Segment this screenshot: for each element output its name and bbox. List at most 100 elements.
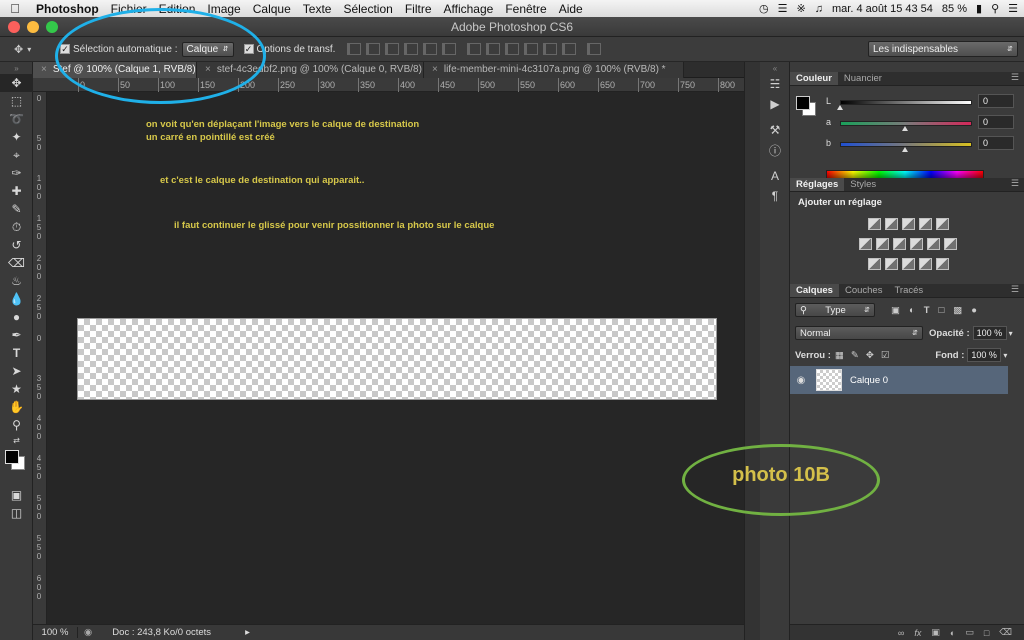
gradient-map-icon[interactable]: [918, 258, 932, 270]
threshold-icon[interactable]: [901, 258, 915, 270]
collapse-icon[interactable]: «: [760, 62, 790, 74]
time-machine-icon[interactable]: ◷: [759, 2, 769, 15]
paragraph-panel-icon[interactable]: ¶: [760, 186, 790, 206]
slider-l[interactable]: L 0: [826, 94, 1022, 110]
black-white-icon[interactable]: [893, 238, 906, 250]
battery-icon[interactable]: ▮: [976, 2, 982, 15]
eraser-tool-icon[interactable]: ⌫: [0, 254, 33, 272]
apple-icon[interactable]: : [0, 1, 30, 16]
foreground-color-swatch[interactable]: [5, 450, 19, 464]
blend-mode-select[interactable]: Normal ⇵: [795, 326, 923, 340]
menu-affichage[interactable]: Affichage: [438, 2, 500, 16]
align-left-icon[interactable]: [404, 43, 419, 55]
distribute-left-icon[interactable]: [524, 43, 539, 55]
align-vcenter-icon[interactable]: [366, 43, 381, 55]
character-panel-icon[interactable]: A: [760, 166, 790, 186]
distribute-top-icon[interactable]: [467, 43, 482, 55]
filter-smart-object-icon[interactable]: ▩: [953, 305, 962, 316]
lock-all-icon[interactable]: ☑: [881, 350, 890, 361]
history-brush-tool-icon[interactable]: ↺: [0, 236, 33, 254]
vibrance-icon[interactable]: [935, 218, 949, 230]
new-layer-icon[interactable]: □: [984, 628, 989, 638]
layer-style-icon[interactable]: fx: [914, 628, 921, 638]
menu-photoshop[interactable]: Photoshop: [30, 2, 105, 16]
tab-nuancier[interactable]: Nuancier: [838, 72, 888, 85]
tab-document-3[interactable]: × life-member-mini-4c3107a.png @ 100% (RV…: [424, 62, 684, 78]
invert-icon[interactable]: [867, 258, 881, 270]
menu-texte[interactable]: Texte: [297, 2, 338, 16]
battery-status[interactable]: 85 %: [942, 3, 967, 15]
slider-a[interactable]: a 0: [826, 115, 1022, 131]
link-layers-icon[interactable]: ∞: [898, 628, 904, 638]
crop-tool-icon[interactable]: ⌖: [0, 146, 33, 164]
layer-name[interactable]: Calque 0: [850, 375, 888, 386]
slider-value-input[interactable]: 0: [978, 94, 1014, 108]
curves-icon[interactable]: [901, 218, 915, 230]
canvas-vertical-scrollbar[interactable]: [744, 62, 760, 640]
transparent-layer-area[interactable]: [77, 318, 717, 400]
quick-mask-icon[interactable]: ▣: [0, 486, 33, 504]
volume-icon[interactable]: ♫: [815, 3, 823, 15]
magic-wand-tool-icon[interactable]: ✦: [0, 128, 33, 146]
filter-toggle-icon[interactable]: ●: [971, 305, 977, 316]
eyedropper-tool-icon[interactable]: ✑: [0, 164, 33, 182]
slider-knob[interactable]: [902, 126, 908, 131]
lock-transparency-icon[interactable]: ▦: [835, 350, 844, 361]
distribute-right-icon[interactable]: [562, 43, 577, 55]
menu-filtre[interactable]: Filtre: [399, 2, 438, 16]
distribute-bottom-icon[interactable]: [505, 43, 520, 55]
hue-saturation-icon[interactable]: [859, 238, 872, 250]
lock-pixels-icon[interactable]: ✎: [851, 350, 859, 361]
move-tool-icon[interactable]: ✥: [0, 74, 33, 92]
zoom-level[interactable]: 100 %: [33, 627, 78, 638]
add-mask-icon[interactable]: ▣: [931, 627, 940, 638]
marquee-tool-icon[interactable]: ⬚: [0, 92, 33, 110]
align-right-icon[interactable]: [442, 43, 457, 55]
brightness-contrast-icon[interactable]: [867, 218, 881, 230]
history-panel-icon[interactable]: ☵: [760, 74, 790, 94]
slider-value-input[interactable]: 0: [978, 115, 1014, 129]
pen-tool-icon[interactable]: ✒: [0, 326, 33, 344]
slider-knob[interactable]: [902, 147, 908, 152]
dodge-tool-icon[interactable]: ●: [0, 308, 33, 326]
levels-icon[interactable]: [884, 218, 898, 230]
panel-menu-icon[interactable]: ☰: [1011, 178, 1024, 191]
tool-preset-picker[interactable]: ✥ ▾: [0, 43, 48, 56]
opacity-input[interactable]: 100 %: [972, 326, 1007, 340]
status-icon[interactable]: ◉: [84, 627, 92, 638]
tab-reglages[interactable]: Réglages: [790, 178, 845, 191]
align-top-icon[interactable]: [347, 43, 362, 55]
selective-color-icon[interactable]: [935, 258, 949, 270]
lock-position-icon[interactable]: ✥: [866, 350, 874, 361]
screen-mode-icon[interactable]: ◫: [0, 504, 33, 522]
close-icon[interactable]: ×: [432, 64, 438, 75]
exposure-icon[interactable]: [918, 218, 932, 230]
slider-knob[interactable]: [837, 105, 843, 110]
filter-shape-icon[interactable]: □: [939, 305, 945, 316]
new-group-icon[interactable]: ▭: [965, 627, 974, 638]
hand-tool-icon[interactable]: ✋: [0, 398, 33, 416]
actions-panel-icon[interactable]: ▶: [760, 94, 790, 114]
type-tool-icon[interactable]: T: [0, 344, 33, 362]
filter-adjustment-icon[interactable]: ◐: [909, 305, 915, 316]
slider-b[interactable]: b 0: [826, 136, 1022, 152]
distribute-vcenter-icon[interactable]: [486, 43, 501, 55]
opacity-dropdown-icon[interactable]: ▾: [1009, 329, 1013, 338]
tab-traces[interactable]: Tracés: [888, 284, 929, 297]
color-balance-icon[interactable]: [876, 238, 889, 250]
filter-pixel-icon[interactable]: ▣: [891, 305, 900, 316]
posterize-icon[interactable]: [884, 258, 898, 270]
color-lookup-icon[interactable]: [944, 238, 957, 250]
paint-bucket-tool-icon[interactable]: ♨: [0, 272, 33, 290]
layer-row[interactable]: ◉ Calque 0: [790, 366, 1008, 394]
align-hcenter-icon[interactable]: [423, 43, 438, 55]
panel-menu-icon[interactable]: ☰: [1011, 284, 1024, 297]
menu-aide[interactable]: Aide: [553, 2, 589, 16]
swap-colors-icon[interactable]: ⇄: [0, 434, 33, 446]
healing-brush-tool-icon[interactable]: ✚: [0, 182, 33, 200]
clock[interactable]: mar. 4 août 15 43 54: [832, 3, 933, 15]
wifi-icon[interactable]: ☰: [778, 2, 788, 15]
bluetooth-icon[interactable]: ※: [797, 2, 806, 15]
new-adjustment-layer-icon[interactable]: ◐: [950, 628, 955, 638]
slider-track[interactable]: [840, 100, 972, 105]
